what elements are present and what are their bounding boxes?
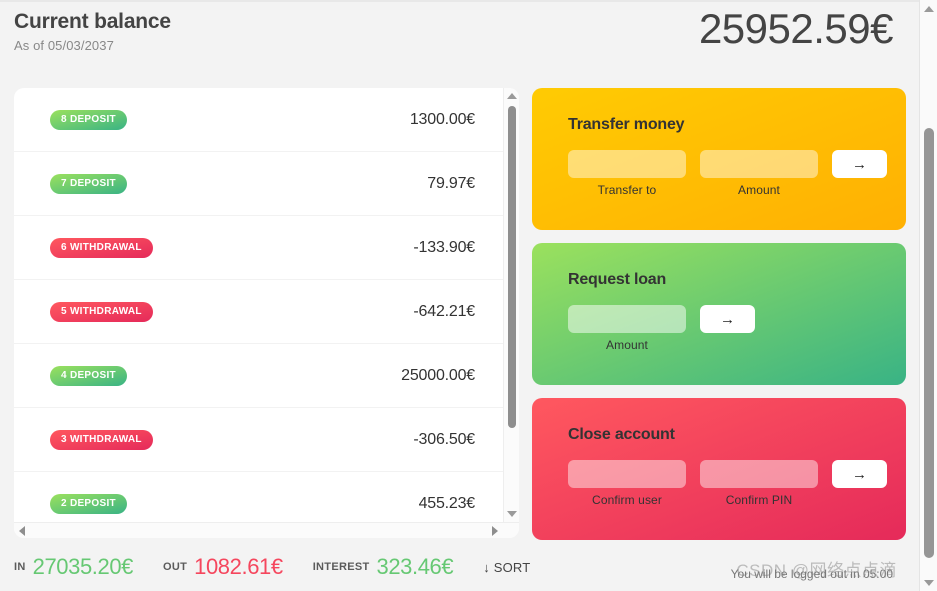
close-account-submit-button[interactable]: → xyxy=(832,460,887,488)
table-row[interactable]: 6 WITHDRAWAL -133.90€ xyxy=(14,216,503,280)
transfer-amount-label: Amount xyxy=(738,183,780,197)
request-loan-form: → Amount xyxy=(568,305,874,352)
table-row[interactable]: 3 WITHDRAWAL -306.50€ xyxy=(14,408,503,472)
summary-in-label: IN xyxy=(14,561,26,573)
transfer-money-panel: Transfer money → Transfer to Amount xyxy=(532,88,906,230)
page-scroll-down-icon[interactable] xyxy=(920,574,937,591)
summary-bar: IN 27035.20€ OUT 1082.61€ INTEREST 323.4… xyxy=(14,547,905,587)
movements-list: 8 DEPOSIT 1300.00€ 7 DEPOSIT 79.97€ 6 WI… xyxy=(14,88,503,522)
table-row[interactable]: 2 DEPOSIT 455.23€ xyxy=(14,472,503,522)
transfer-to-label: Transfer to xyxy=(597,183,657,197)
scroll-left-icon[interactable] xyxy=(14,523,30,538)
sort-button[interactable]: ↓ SORT xyxy=(483,560,530,575)
movements-panel[interactable]: 8 DEPOSIT 1300.00€ 7 DEPOSIT 79.97€ 6 WI… xyxy=(14,88,519,538)
confirm-pin-input[interactable] xyxy=(700,460,818,488)
movement-value: -306.50€ xyxy=(413,430,475,448)
movement-type-badge: 2 DEPOSIT xyxy=(50,493,127,514)
movement-type-badge: 3 WITHDRAWAL xyxy=(50,429,153,450)
confirm-pin-label: Confirm PIN xyxy=(725,493,793,507)
transfer-to-input[interactable] xyxy=(568,150,686,178)
table-row[interactable]: 4 DEPOSIT 25000.00€ xyxy=(14,344,503,408)
scroll-down-icon[interactable] xyxy=(504,506,519,522)
close-account-title: Close account xyxy=(568,426,675,443)
banking-app: Current balance As of 05/03/2037 25952.5… xyxy=(0,0,919,591)
scrollbar-thumb[interactable] xyxy=(508,106,516,428)
summary-interest-value: 323.46€ xyxy=(376,554,454,579)
loan-amount-input[interactable] xyxy=(568,305,686,333)
movement-type-badge: 6 WITHDRAWAL xyxy=(50,237,153,258)
page-scrollbar-thumb[interactable] xyxy=(924,128,934,558)
balance-date: As of 05/03/2037 xyxy=(14,38,114,53)
request-loan-panel: Request loan → Amount xyxy=(532,243,906,385)
movements-horizontal-scrollbar[interactable] xyxy=(14,522,519,538)
summary-out-label: OUT xyxy=(163,561,188,573)
movement-value: -642.21€ xyxy=(413,302,475,320)
movement-value: 25000.00€ xyxy=(401,366,475,384)
movement-value: 1300.00€ xyxy=(409,110,475,128)
table-row[interactable]: 5 WITHDRAWAL -642.21€ xyxy=(14,280,503,344)
request-loan-title: Request loan xyxy=(568,271,667,288)
close-account-form: → Confirm user Confirm PIN xyxy=(568,460,887,507)
balance-header: Current balance As of 05/03/2037 25952.5… xyxy=(0,0,919,80)
movement-value: -133.90€ xyxy=(413,238,475,256)
movement-type-badge: 5 WITHDRAWAL xyxy=(50,301,153,322)
summary-out-value: 1082.61€ xyxy=(194,554,283,579)
balance-value: 25952.59€ xyxy=(698,5,894,52)
movement-value: 79.97€ xyxy=(427,174,475,192)
transfer-money-title: Transfer money xyxy=(568,116,685,133)
movement-type-badge: 8 DEPOSIT xyxy=(50,109,127,130)
movement-value: 455.23€ xyxy=(418,494,476,512)
confirm-user-label: Confirm user xyxy=(592,493,662,507)
logout-timer: You will be logged out in 05:00 xyxy=(730,567,893,581)
scroll-right-icon[interactable] xyxy=(487,523,503,538)
balance-label-group: Current balance As of 05/03/2037 xyxy=(14,6,171,53)
summary-in-value: 27035.20€ xyxy=(32,554,134,579)
transfer-amount-input[interactable] xyxy=(700,150,818,178)
movement-type-badge: 4 DEPOSIT xyxy=(50,365,127,386)
page-scroll-up-icon[interactable] xyxy=(920,0,937,17)
movements-vertical-scrollbar[interactable] xyxy=(503,88,519,538)
loan-submit-button[interactable]: → xyxy=(700,305,755,333)
transfer-money-form: → Transfer to Amount xyxy=(568,150,887,197)
scroll-up-icon[interactable] xyxy=(504,88,519,104)
transfer-submit-button[interactable]: → xyxy=(832,150,887,178)
loan-amount-label: Amount xyxy=(606,338,648,352)
summary-interest-label: INTEREST xyxy=(312,561,370,573)
table-row[interactable]: 7 DEPOSIT 79.97€ xyxy=(14,152,503,216)
page-title: Current balance xyxy=(14,10,171,33)
confirm-user-input[interactable] xyxy=(568,460,686,488)
close-account-panel: Close account → Confirm user Confirm PIN xyxy=(532,398,906,540)
table-row[interactable]: 8 DEPOSIT 1300.00€ xyxy=(14,88,503,152)
movement-type-badge: 7 DEPOSIT xyxy=(50,173,127,194)
page-scrollbar[interactable] xyxy=(919,0,937,591)
